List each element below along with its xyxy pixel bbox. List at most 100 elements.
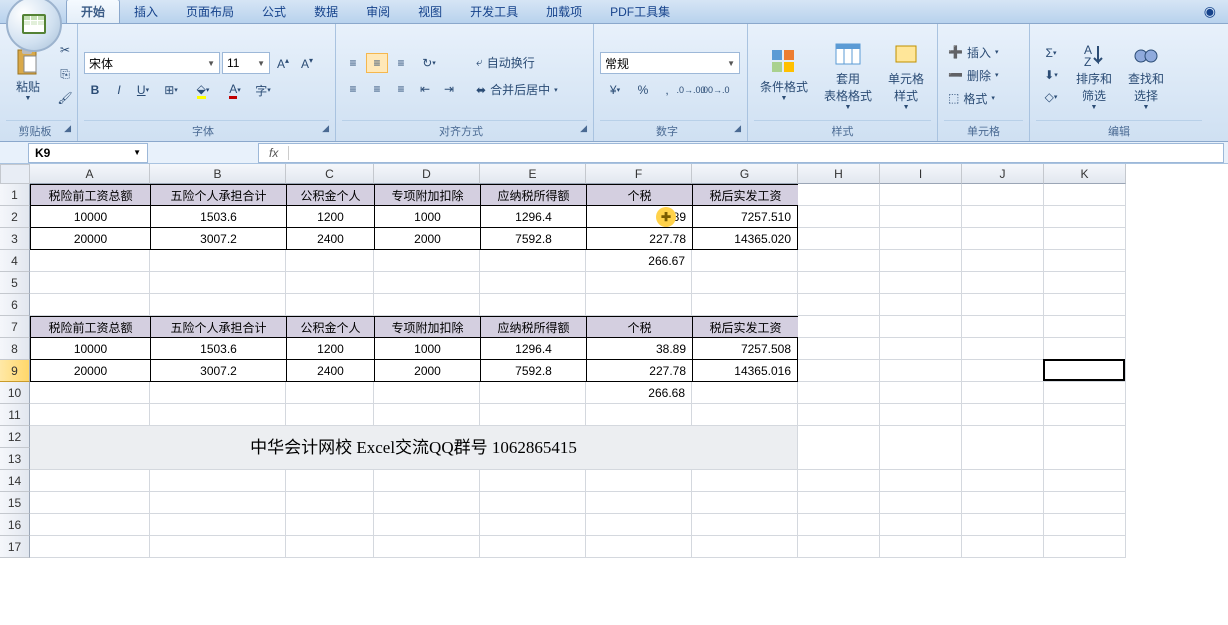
cell-B6[interactable] bbox=[150, 294, 286, 316]
cell-C7[interactable]: 公积金个人 bbox=[286, 316, 374, 338]
cell-F1[interactable]: 个税 bbox=[586, 184, 692, 206]
cell-K11[interactable] bbox=[1044, 404, 1126, 426]
cell-D9[interactable]: 2000 bbox=[374, 360, 480, 382]
accounting-format-button[interactable]: ¥▾ bbox=[600, 80, 630, 100]
cell-D7[interactable]: 专项附加扣除 bbox=[374, 316, 480, 338]
cell-F6[interactable] bbox=[586, 294, 692, 316]
formula-input[interactable]: fx bbox=[258, 143, 1224, 163]
cell-J4[interactable] bbox=[962, 250, 1044, 272]
cell-styles-button[interactable]: 单元格 样式▼ bbox=[882, 28, 930, 120]
font-name-combo[interactable]: 宋体▼ bbox=[84, 52, 220, 74]
row-header-11[interactable]: 11 bbox=[0, 404, 30, 426]
cell-H7[interactable] bbox=[798, 316, 880, 338]
cell-E5[interactable] bbox=[480, 272, 586, 294]
cell-D15[interactable] bbox=[374, 492, 480, 514]
cell-A17[interactable] bbox=[30, 536, 150, 558]
row-header-14[interactable]: 14 bbox=[0, 470, 30, 492]
row-header-12[interactable]: 12 bbox=[0, 426, 30, 448]
number-format-combo[interactable]: 常规▼ bbox=[600, 52, 740, 74]
cell-H2[interactable] bbox=[798, 206, 880, 228]
copy-button[interactable]: ⎘ bbox=[54, 64, 76, 84]
col-header-G[interactable]: G bbox=[692, 164, 798, 184]
cell-G7[interactable]: 税后实发工资 bbox=[692, 316, 798, 338]
cell-G3[interactable]: 14365.020 bbox=[692, 228, 798, 250]
align-bottom-button[interactable]: ≡ bbox=[390, 53, 412, 73]
cell-D11[interactable] bbox=[374, 404, 480, 426]
cell-G1[interactable]: 税后实发工资 bbox=[692, 184, 798, 206]
col-header-F[interactable]: F bbox=[586, 164, 692, 184]
cell-I10[interactable] bbox=[880, 382, 962, 404]
cell-K4[interactable] bbox=[1044, 250, 1126, 272]
font-launcher[interactable]: ◢ bbox=[322, 123, 329, 134]
cell-D14[interactable] bbox=[374, 470, 480, 492]
cell-E7[interactable]: 应纳税所得额 bbox=[480, 316, 586, 338]
cell-F4[interactable]: 266.67 bbox=[586, 250, 692, 272]
cell-E14[interactable] bbox=[480, 470, 586, 492]
row-header-1[interactable]: 1 bbox=[0, 184, 30, 206]
cell-J2[interactable] bbox=[962, 206, 1044, 228]
cell-E15[interactable] bbox=[480, 492, 586, 514]
borders-button[interactable]: ⊞▾ bbox=[156, 80, 186, 100]
cell-B5[interactable] bbox=[150, 272, 286, 294]
cell-H5[interactable] bbox=[798, 272, 880, 294]
cell-I4[interactable] bbox=[880, 250, 962, 272]
cell-F16[interactable] bbox=[586, 514, 692, 536]
cell-K12[interactable] bbox=[1044, 426, 1126, 470]
cell-E9[interactable]: 7592.8 bbox=[480, 360, 586, 382]
cell-F8[interactable]: 38.89 bbox=[586, 338, 692, 360]
cell-J15[interactable] bbox=[962, 492, 1044, 514]
delete-cells-button[interactable]: ➖删除▾ bbox=[944, 65, 1023, 86]
cell-H11[interactable] bbox=[798, 404, 880, 426]
percent-button[interactable]: % bbox=[632, 80, 654, 100]
cell-C2[interactable]: 1200 bbox=[286, 206, 374, 228]
cell-E11[interactable] bbox=[480, 404, 586, 426]
cell-I12[interactable] bbox=[880, 426, 962, 470]
cell-I11[interactable] bbox=[880, 404, 962, 426]
cell-A14[interactable] bbox=[30, 470, 150, 492]
col-header-J[interactable]: J bbox=[962, 164, 1044, 184]
col-header-A[interactable]: A bbox=[30, 164, 150, 184]
cell-F14[interactable] bbox=[586, 470, 692, 492]
wrap-text-button[interactable]: ⤶自动换行 bbox=[472, 52, 562, 73]
cell-F10[interactable]: 266.68 bbox=[586, 382, 692, 404]
cell-K6[interactable] bbox=[1044, 294, 1126, 316]
cell-K17[interactable] bbox=[1044, 536, 1126, 558]
cell-F15[interactable] bbox=[586, 492, 692, 514]
cell-H9[interactable] bbox=[798, 360, 880, 382]
cell-B7[interactable]: 五险个人承担合计 bbox=[150, 316, 286, 338]
cell-G8[interactable]: 7257.508 bbox=[692, 338, 798, 360]
row-header-15[interactable]: 15 bbox=[0, 492, 30, 514]
cell-A11[interactable] bbox=[30, 404, 150, 426]
cell-G11[interactable] bbox=[692, 404, 798, 426]
cell-F17[interactable] bbox=[586, 536, 692, 558]
cell-C15[interactable] bbox=[286, 492, 374, 514]
format-painter-button[interactable]: 🖌 bbox=[54, 88, 76, 108]
cell-F2[interactable]: 38.89 bbox=[586, 206, 692, 228]
cell-H16[interactable] bbox=[798, 514, 880, 536]
cell-J8[interactable] bbox=[962, 338, 1044, 360]
align-top-button[interactable]: ≡ bbox=[342, 53, 364, 73]
find-select-button[interactable]: 查找和 选择▼ bbox=[1122, 28, 1170, 120]
tab-pdf[interactable]: PDF工具集 bbox=[596, 0, 684, 23]
cell-K14[interactable] bbox=[1044, 470, 1126, 492]
cell-A9[interactable]: 20000 bbox=[30, 360, 150, 382]
cell-H14[interactable] bbox=[798, 470, 880, 492]
cell-D8[interactable]: 1000 bbox=[374, 338, 480, 360]
cell-G2[interactable]: 7257.510 bbox=[692, 206, 798, 228]
cell-A10[interactable] bbox=[30, 382, 150, 404]
cell-G17[interactable] bbox=[692, 536, 798, 558]
cell-J6[interactable] bbox=[962, 294, 1044, 316]
cell-J11[interactable] bbox=[962, 404, 1044, 426]
cell-A3[interactable]: 20000 bbox=[30, 228, 150, 250]
cell-D2[interactable]: 1000 bbox=[374, 206, 480, 228]
cell-K5[interactable] bbox=[1044, 272, 1126, 294]
cell-I2[interactable] bbox=[880, 206, 962, 228]
cell-B10[interactable] bbox=[150, 382, 286, 404]
cell-A6[interactable] bbox=[30, 294, 150, 316]
clear-button[interactable]: ◇▾ bbox=[1036, 87, 1066, 107]
cell-I1[interactable] bbox=[880, 184, 962, 206]
phonetic-button[interactable]: 字▾ bbox=[252, 80, 274, 100]
cell-E10[interactable] bbox=[480, 382, 586, 404]
cell-H8[interactable] bbox=[798, 338, 880, 360]
tab-developer[interactable]: 开发工具 bbox=[456, 0, 532, 23]
